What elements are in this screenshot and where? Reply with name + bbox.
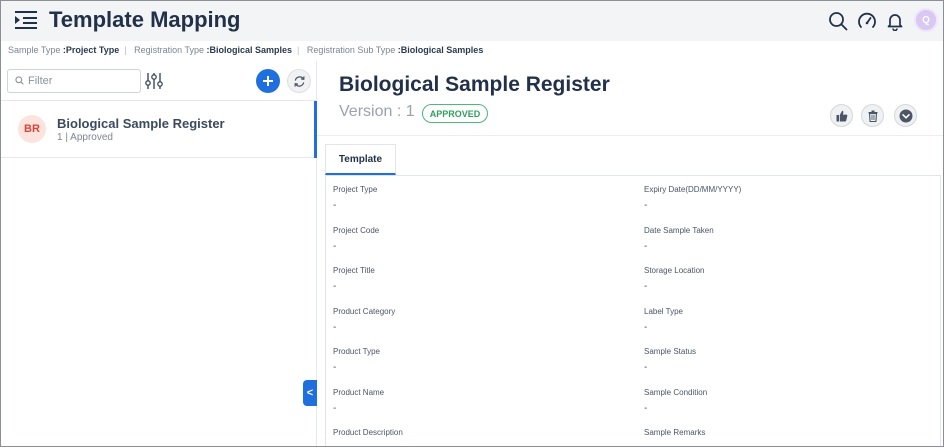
field-product-type: Product Type - <box>333 347 613 373</box>
breadcrumb-separator: | <box>297 45 300 55</box>
field-value: - <box>333 281 337 292</box>
field-project-title: Project Title - <box>333 266 613 292</box>
field-label: Date Sample Taken <box>644 226 714 235</box>
field-sample-status: Sample Status - <box>644 347 924 373</box>
filter-field[interactable] <box>7 69 141 93</box>
template-initials-badge: BR <box>18 115 46 143</box>
collapse-panel-button[interactable]: < <box>303 380 317 406</box>
list-item-title: Biological Sample Register <box>57 116 225 131</box>
approve-button[interactable] <box>830 104 853 127</box>
field-storage-location: Storage Location - <box>644 266 924 292</box>
field-label: Product Name <box>333 388 385 397</box>
divider <box>317 135 943 136</box>
list-item-subtitle: 1 | Approved <box>57 132 113 143</box>
breadcrumb-value: :Biological Samples <box>397 45 484 55</box>
tab-template[interactable]: Template <box>325 144 396 175</box>
field-value: - <box>644 200 648 211</box>
field-label: Product Category <box>333 307 396 316</box>
field-product-name: Product Name - <box>333 388 613 414</box>
field-value: - <box>333 200 337 211</box>
template-fields: Project Type - Project Code - Project Ti… <box>325 176 941 446</box>
field-label: Project Type <box>333 185 378 194</box>
field-date-sample-taken: Date Sample Taken - <box>644 226 924 252</box>
trash-icon <box>868 110 877 122</box>
breadcrumb-label: Registration Type <box>134 45 204 55</box>
field-sample-remarks: Sample Remarks <box>644 428 924 443</box>
field-value: - <box>333 322 337 333</box>
version-label: Version : 1 <box>339 103 415 120</box>
list-item[interactable]: BR Biological Sample Register 1 | Approv… <box>1 101 317 158</box>
bell-icon[interactable] <box>885 11 905 31</box>
field-expiry-date: Expiry Date(DD/MM/YYYY) - <box>644 185 924 211</box>
breadcrumb: Sample Type :Project Type | Registration … <box>8 45 483 55</box>
field-value: - <box>644 362 648 373</box>
filter-settings-icon[interactable] <box>145 71 163 91</box>
field-value: - <box>644 322 648 333</box>
field-value: - <box>333 362 337 373</box>
page-title: Template Mapping <box>49 7 241 32</box>
field-project-code: Project Code - <box>333 226 613 252</box>
field-label: Product Description <box>333 428 403 437</box>
field-label: Sample Remarks <box>644 428 706 437</box>
add-button[interactable] <box>256 69 280 93</box>
field-value: - <box>644 241 648 252</box>
field-sample-condition: Sample Condition - <box>644 388 924 414</box>
refresh-button[interactable] <box>287 69 311 93</box>
breadcrumb-value: :Biological Samples <box>206 45 293 55</box>
field-project-type: Project Type - <box>333 185 613 211</box>
menu-icon[interactable] <box>15 10 37 30</box>
breadcrumb-separator: | <box>124 45 127 55</box>
template-list-panel: BR Biological Sample Register 1 | Approv… <box>1 61 317 446</box>
field-label: Sample Status <box>644 347 697 356</box>
refresh-icon <box>293 75 305 87</box>
field-label-type: Label Type - <box>644 307 924 333</box>
chevron-down-icon <box>899 109 912 122</box>
field-value: - <box>644 403 648 414</box>
field-label: Sample Condition <box>644 388 708 397</box>
breadcrumb-value: :Project Type <box>62 45 120 55</box>
top-header: Template Mapping Q <box>1 1 943 41</box>
delete-button[interactable] <box>861 104 884 127</box>
avatar[interactable]: Q <box>914 8 938 32</box>
breadcrumb-label: Sample Type <box>8 45 61 55</box>
breadcrumb-label: Registration Sub Type <box>306 45 396 55</box>
field-label: Storage Location <box>644 266 705 275</box>
detail-title: Biological Sample Register <box>339 73 610 96</box>
field-label: Project Code <box>333 226 380 235</box>
app-window: Template Mapping Q Sample Type :Project … <box>0 0 944 447</box>
search-icon[interactable] <box>828 11 848 31</box>
field-value: - <box>333 241 337 252</box>
field-product-description: Product Description <box>333 428 613 443</box>
field-value: - <box>644 281 648 292</box>
speedometer-icon[interactable] <box>857 11 877 31</box>
detail-tabs: Template <box>325 144 941 176</box>
field-value: - <box>333 403 337 414</box>
filter-input[interactable] <box>28 73 136 89</box>
thumbs-up-icon <box>836 110 847 121</box>
plus-icon <box>263 76 273 86</box>
status-badge: APPROVED <box>422 104 488 123</box>
field-product-category: Product Category - <box>333 307 613 333</box>
search-icon <box>15 76 24 85</box>
field-label: Project Title <box>333 266 375 275</box>
selection-indicator <box>314 101 317 158</box>
field-label: Label Type <box>644 307 683 316</box>
field-label: Expiry Date(DD/MM/YYYY) <box>644 185 742 194</box>
field-label: Product Type <box>333 347 380 356</box>
expand-options-button[interactable] <box>894 104 917 127</box>
